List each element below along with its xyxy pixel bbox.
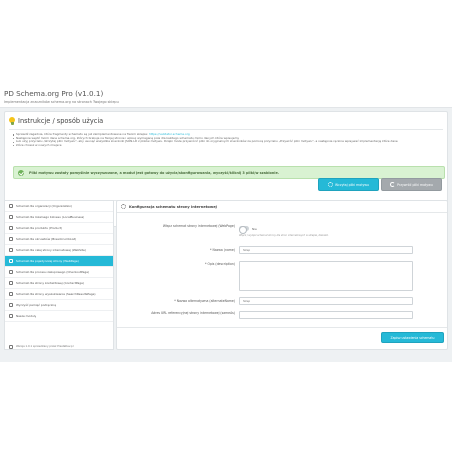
sidebar-item-checkout[interactable]: Schemat dla procesu zakupowego (Checkout… [5,267,113,278]
sidebar-item-clear-cache[interactable]: Wyczyść pamięć podręczną [5,300,113,311]
sidebar-item-search-results[interactable]: Schemat dla strony wyszukiwania (SearchR… [5,289,113,300]
sidebar-item-webpage[interactable]: Schemat dla pojedynczej strony (WebPage) [5,256,113,267]
enable-toggle[interactable] [239,225,249,234]
sidebar-item-breadcrumbs[interactable]: Schemat dla okruszków (BreadcrumbList) [5,234,113,245]
admin-page: PD Schema.org Pro (v1.0.1) Implementacja… [0,86,452,362]
check-circle-icon [18,170,24,176]
upload-theme-files-button[interactable]: Wczytaj pliki motywu [318,178,379,191]
breadcrumb-icon [9,237,13,241]
description-textarea[interactable] [239,261,413,291]
store-icon [9,215,13,219]
save-schema-button[interactable]: Zapisz ustawienia schematu [381,332,444,343]
sidebar-item-local-business[interactable]: Schemat dla lokalnego biznesu (LocalBusi… [5,212,113,223]
name-input[interactable]: Sklep [239,246,413,254]
sidebar-item-organization[interactable]: Schemat dla organizacji (Organization) [5,201,113,212]
enable-toggle-value: Nie [252,226,257,231]
schema-sidebar: Schemat dla organizacji (Organization) S… [4,200,114,350]
module-header: PD Schema.org Pro (v1.0.1) Implementacja… [0,86,452,108]
config-panel: Konfiguracja schematu strony internetowe… [116,200,448,350]
top-blank-area [0,0,452,86]
config-title: Konfiguracja schematu strony internetowe… [129,204,217,209]
puzzle-icon [9,314,13,318]
alternate-name-label: * Nazwa alternatywna (alternateName) [174,299,235,303]
sameas-label: Adres URL referencyjnej strony interneto… [151,311,235,315]
alternate-name-input[interactable]: Sklep [239,297,413,305]
sidebar-item-website[interactable]: Schemat dla całej strony internetowej (W… [5,245,113,256]
divider [117,327,447,328]
globe-icon [9,248,13,252]
config-heading: Konfiguracja schematu strony internetowe… [117,201,447,213]
description-label: * Opis (description) [205,262,235,266]
sidebar-item-contact[interactable]: Schemat dla strony kontaktowej (ContactP… [5,278,113,289]
sidebar-item-product[interactable]: Schemat dla produktu (Product) [5,223,113,234]
name-input-value: Sklep [243,248,251,252]
instructions-title: Instrukcje / sposób użycia [18,117,104,125]
version-info: Wersja 1.0.1 sprawdzany przez PrestaDev.… [5,343,113,350]
box-icon [9,226,13,230]
gear-icon [121,204,126,209]
success-alert: Pliki motywu zostały pomyślnie wyczyszcz… [13,166,445,179]
search-icon [9,292,13,296]
enable-help: Włącz / wyłącz schemat strony dla stron … [239,234,329,237]
alert-text: Pliki motywu zostały pomyślnie wyczyszcz… [29,171,280,175]
refresh-icon [390,182,396,187]
sidebar-item-our-modules[interactable]: Nasze moduły [5,311,113,322]
envelope-icon [9,281,13,285]
alternate-name-value: Sklep [243,299,251,303]
info-icon [9,344,13,349]
instruction-item: które chcesz w nowych miejsce [13,143,445,148]
page-icon [9,259,13,263]
enable-label: Włącz schemat strony internetowej (WebPa… [162,224,235,228]
page-subtitle: Implementacja znaczników schema.org na s… [4,100,119,104]
page-title: PD Schema.org Pro (v1.0.1) [4,89,104,98]
trash-icon [9,303,13,307]
cog-icon [328,182,334,187]
building-icon [9,204,13,208]
divider [9,129,443,130]
cart-icon [9,270,13,274]
sameas-input[interactable] [239,311,413,319]
instructions-heading: Instrukcje / sposób użycia [9,116,103,126]
name-label: * Nazwa (name) [210,248,235,252]
lightbulb-icon [9,117,15,125]
restore-theme-files-button[interactable]: Przywróć pliki motywu [381,178,442,191]
instructions-list: Sprawdź zagadnie, które fragmenty schema… [13,132,445,148]
